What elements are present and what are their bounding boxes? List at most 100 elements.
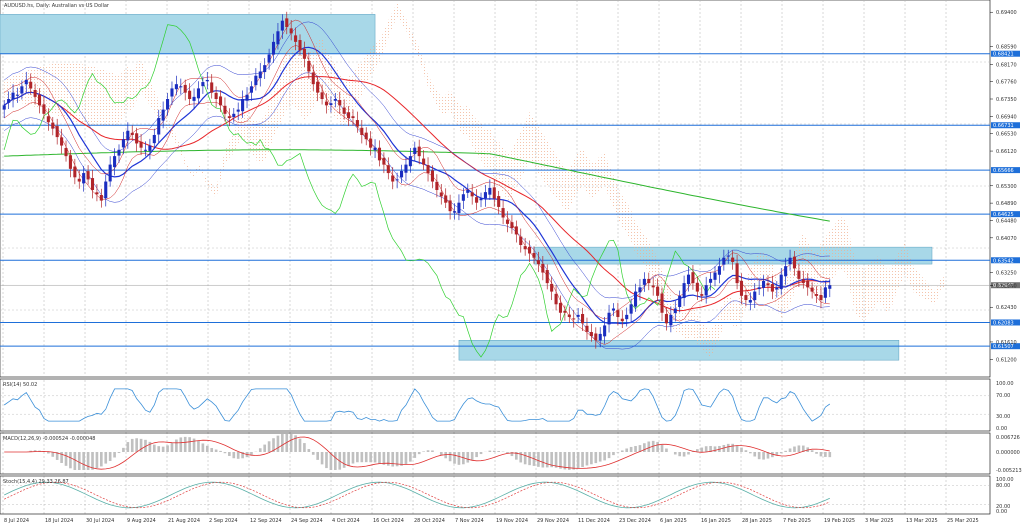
candle-body — [444, 195, 448, 203]
macd-bar — [634, 446, 637, 452]
candle-body — [11, 92, 15, 100]
macd-bar — [673, 452, 677, 455]
candle-body — [192, 96, 196, 101]
date-tick-label: 30 Jul 2024 — [86, 518, 114, 524]
trading-chart[interactable]: AUDUSD.hs, Daily: Australian vs US Dolla… — [0, 0, 1024, 526]
candle-body — [426, 165, 430, 174]
macd-bar — [170, 442, 174, 452]
macd-bar — [347, 452, 350, 466]
candle-body — [581, 313, 585, 324]
candle-body — [143, 149, 148, 151]
rsi-axis-label: 100.00 — [996, 381, 1014, 387]
candle-body — [567, 314, 571, 317]
macd-bar — [810, 450, 814, 452]
candle-body — [417, 146, 421, 157]
candle-body — [739, 280, 744, 296]
macd-bar — [228, 452, 231, 456]
candle-body — [400, 170, 404, 178]
candle-body — [170, 88, 174, 97]
macd-bar — [201, 443, 205, 452]
candle-body — [536, 260, 540, 265]
candle-body — [594, 333, 598, 341]
candle-body — [267, 54, 271, 63]
level-tag-label: 0.65666 — [993, 168, 1014, 174]
candle-body — [33, 89, 37, 97]
macd-bar — [382, 452, 386, 465]
price-tick-label: 0.66530 — [996, 132, 1017, 138]
macd-bar — [824, 452, 827, 457]
macd-bar — [161, 446, 165, 452]
rsi-axis-label: 0.00 — [996, 426, 1007, 432]
macd-bar — [325, 452, 328, 469]
candle-body — [391, 175, 395, 182]
macd-bar — [104, 452, 108, 464]
candle-body — [554, 293, 558, 305]
macd-bar — [779, 452, 783, 454]
date-tick-label: 2 Sep 2024 — [209, 518, 238, 524]
macd-bar — [422, 451, 425, 452]
candle-body — [607, 312, 611, 325]
candle-body — [121, 139, 125, 148]
candle-body — [73, 166, 77, 178]
macd-bar — [431, 450, 434, 452]
candle-body — [351, 116, 355, 119]
macd-bar — [537, 452, 540, 467]
candle-body — [704, 285, 708, 296]
candle-body — [68, 155, 72, 169]
macd-bar — [744, 450, 748, 452]
stoch-axis-label: 0.00 — [996, 509, 1007, 515]
candle-body — [788, 257, 792, 265]
price-tick-label: 0.63250 — [996, 271, 1017, 277]
date-tick-label: 4 Oct 2024 — [332, 518, 360, 524]
macd-bar — [554, 452, 558, 468]
candle-body — [130, 132, 134, 135]
candle-body — [823, 287, 827, 298]
candle-body — [342, 107, 346, 114]
candle-body — [452, 211, 457, 213]
macd-bar — [740, 447, 743, 452]
date-tick-label: 12 Sep 2024 — [250, 518, 282, 524]
stoch-label: Stoch(15,4,4) 29.33 26.87 — [3, 479, 69, 485]
candle-body — [558, 302, 563, 313]
macd-bar — [731, 443, 734, 452]
level-tag-label: 0.66731 — [993, 123, 1014, 129]
macd-bar — [704, 446, 708, 452]
candle-body — [113, 156, 117, 168]
date-tick-label: 7 Feb 2025 — [783, 518, 811, 524]
candle-body — [157, 118, 161, 135]
candle-body — [651, 285, 655, 288]
date-tick-label: 24 Sep 2024 — [291, 518, 323, 524]
macd-bar — [113, 452, 116, 458]
candle-body — [42, 104, 46, 114]
candle-body — [753, 291, 757, 301]
candle-body — [488, 187, 492, 195]
date-tick-label: 19 Feb 2025 — [824, 518, 855, 524]
candle-body — [382, 157, 386, 165]
date-tick-label: 28 Oct 2024 — [414, 518, 445, 524]
price-tick-label: 0.64480 — [996, 218, 1017, 224]
candle-body — [210, 82, 214, 93]
macd-bar — [541, 452, 545, 468]
candle-body — [135, 133, 139, 144]
rsi-axis-label: 70.00 — [996, 393, 1010, 399]
candle-body — [523, 246, 527, 250]
candle-body — [779, 274, 783, 290]
candle-body — [201, 82, 205, 87]
candle-body — [161, 109, 165, 121]
macd-bar — [378, 452, 381, 464]
candle-body — [633, 291, 638, 307]
candle-body — [223, 105, 227, 114]
macd-bar — [453, 452, 456, 464]
date-tick-label: 6 Jan 2025 — [660, 518, 687, 524]
date-tick-label: 21 Aug 2024 — [168, 518, 200, 524]
candle-body — [735, 263, 739, 284]
macd-bar — [236, 452, 240, 459]
candle-body — [545, 270, 549, 284]
candle-body — [82, 173, 86, 184]
candle-body — [183, 84, 187, 93]
date-tick-label: 18 Jul 2024 — [45, 518, 73, 524]
price-tick-label: 0.69400 — [996, 10, 1017, 16]
candle-body — [828, 285, 832, 289]
candle-body — [757, 287, 761, 290]
candle-body — [616, 310, 620, 317]
